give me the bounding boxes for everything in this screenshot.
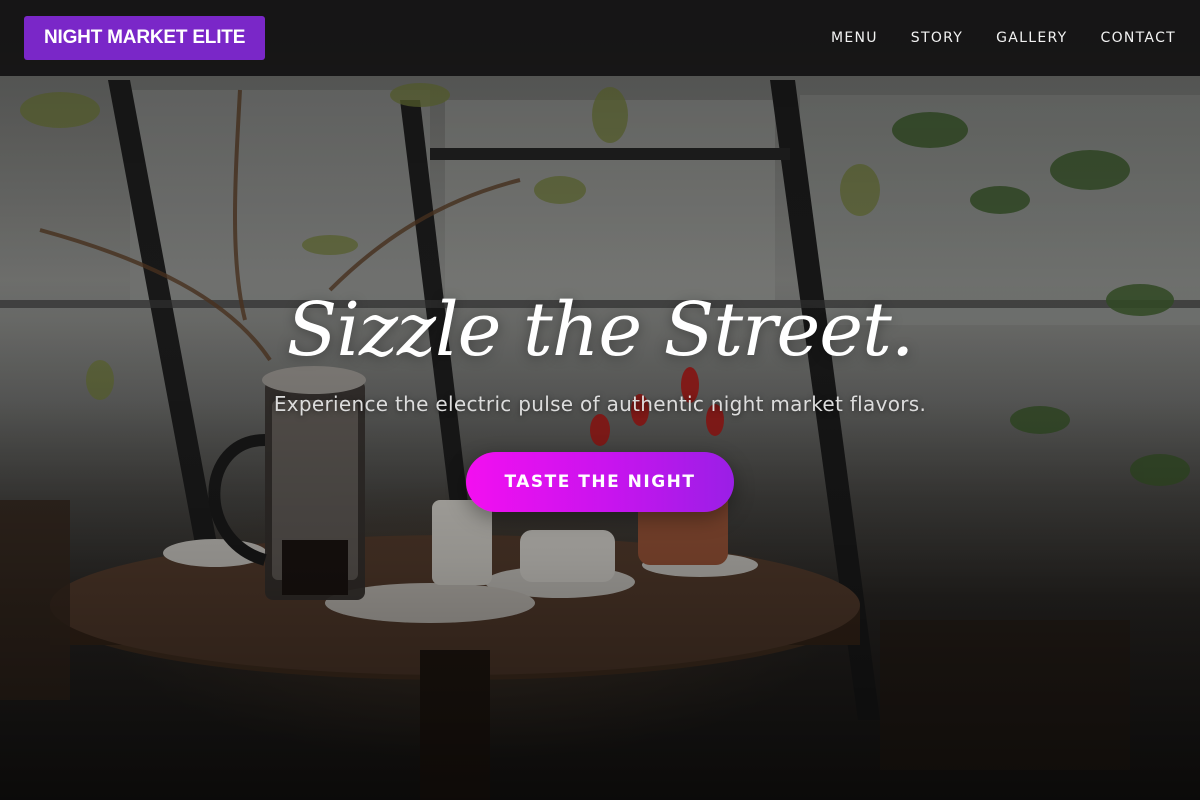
hero-section: Sizzle the Street. Experience the electr…	[0, 280, 1200, 512]
hero-subtitle: Experience the electric pulse of authent…	[273, 392, 927, 416]
nav-links: MENU STORY GALLERY CONTACT	[798, 30, 1176, 46]
landing-page: NIGHT MARKET ELITE MENU STORY GALLERY CO…	[0, 0, 1200, 800]
taste-the-night-button[interactable]: TASTE THE NIGHT	[466, 452, 734, 512]
nav-link-contact[interactable]: CONTACT	[1101, 30, 1177, 46]
brand-logo-button[interactable]: NIGHT MARKET ELITE	[24, 16, 266, 60]
nav-link-story[interactable]: STORY	[911, 30, 963, 46]
hero-title: Sizzle the Street.	[286, 287, 915, 373]
top-navigation-bar: NIGHT MARKET ELITE MENU STORY GALLERY CO…	[0, 0, 1200, 76]
nav-link-gallery[interactable]: GALLERY	[996, 30, 1067, 46]
nav-link-menu[interactable]: MENU	[831, 30, 878, 46]
